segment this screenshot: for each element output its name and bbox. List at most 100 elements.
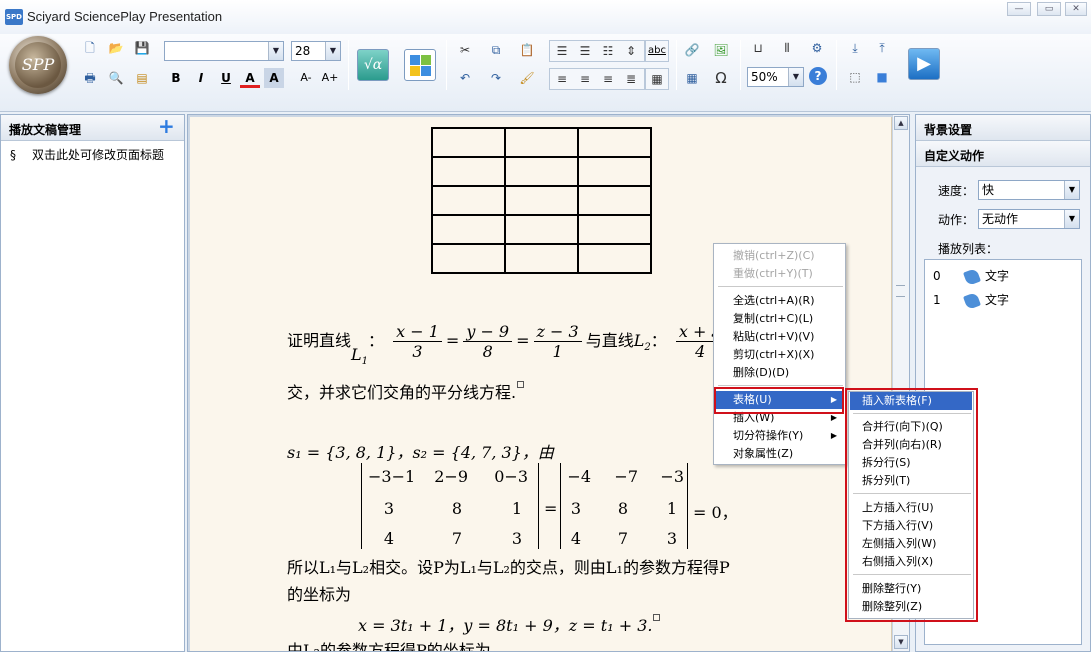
scroll-grip[interactable] — [896, 285, 905, 297]
table-cell[interactable] — [431, 156, 506, 187]
indent-increase-icon[interactable]: ☰ — [575, 41, 595, 61]
scroll-down-icon[interactable]: ▼ — [894, 635, 908, 649]
toolbar-separator — [836, 40, 837, 90]
table-cell[interactable] — [577, 243, 652, 274]
custom-action-header[interactable]: 自定义动作 — [916, 141, 1090, 167]
bullet-list-icon[interactable]: ☷ — [598, 41, 618, 61]
undo-icon[interactable]: ↶ — [455, 68, 475, 88]
minimize-button[interactable]: — — [1007, 2, 1031, 16]
menu-item-paste[interactable]: 粘贴(ctrl+V)(V) — [715, 328, 844, 346]
select-area-icon[interactable]: ⬚ — [845, 67, 865, 87]
table-cell[interactable] — [504, 185, 579, 216]
ruler-icon[interactable]: ⊔ — [748, 38, 768, 58]
zoom-select[interactable]: 50% ▼ — [747, 67, 804, 87]
table-cell[interactable] — [431, 185, 506, 216]
table-cell[interactable] — [577, 156, 652, 187]
italic-button[interactable]: I — [191, 68, 211, 88]
layout-icon-part — [421, 55, 431, 65]
redo-icon[interactable]: ↷ — [486, 68, 506, 88]
table-cell[interactable] — [504, 156, 579, 187]
add-page-icon[interactable]: + — [158, 116, 175, 136]
maximize-button[interactable]: ▭ — [1037, 2, 1061, 16]
app-logo[interactable]: SPP — [9, 36, 67, 94]
denominator: 3 — [412, 342, 423, 361]
indent-decrease-icon[interactable]: ☰ — [552, 41, 572, 61]
table-cell[interactable] — [577, 214, 652, 245]
table-cell[interactable] — [431, 214, 506, 245]
action-select[interactable]: 无动作 ▼ — [978, 209, 1080, 229]
columns-icon[interactable]: ⫴ — [777, 38, 797, 58]
spell-check-button[interactable]: abc — [647, 41, 667, 61]
underline-button[interactable]: U — [216, 68, 236, 88]
layout-button[interactable] — [404, 49, 436, 81]
close-button[interactable]: ✕ — [1065, 2, 1087, 16]
print-icon[interactable]: 🖶 — [80, 68, 100, 88]
move-down-icon[interactable]: ⤓ — [845, 38, 865, 58]
shrink-font-button[interactable]: A- — [296, 68, 316, 88]
table-cell[interactable] — [431, 243, 506, 274]
font-size-select[interactable]: 28 ▼ — [291, 41, 341, 61]
table-cell[interactable] — [577, 185, 652, 216]
print-preview-icon[interactable]: 🔍 — [106, 68, 126, 88]
menu-item-delete[interactable]: 删除(D)(D) — [715, 364, 844, 382]
omega-symbol-button[interactable]: Ω — [711, 68, 731, 88]
menu-item-separator-ops[interactable]: 切分符操作(Y) ▶ — [715, 427, 844, 445]
table-cell[interactable] — [504, 243, 579, 274]
background-settings-header[interactable]: 背景设置 — [916, 115, 1090, 141]
menu-item-copy[interactable]: 复制(ctrl+C)(L) — [715, 310, 844, 328]
speed-select[interactable]: 快 ▼ — [978, 180, 1080, 200]
menu-item-undo[interactable]: 撤销(ctrl+Z)(C) — [715, 247, 844, 265]
move-up-icon[interactable]: ⤒ — [872, 38, 892, 58]
table-cell[interactable] — [431, 127, 506, 158]
list-item[interactable]: 1 文字 — [933, 291, 1009, 310]
align-justify-icon[interactable]: ≣ — [621, 69, 641, 89]
menu-item-object-properties[interactable]: 对象属性(Z) — [715, 445, 844, 463]
table-cell[interactable] — [504, 214, 579, 245]
page-title-label: 双击此处可修改页面标题 — [32, 148, 165, 162]
line-spacing-icon[interactable]: ⇕ — [621, 41, 641, 61]
table-cell[interactable] — [577, 127, 652, 158]
list-item[interactable]: 0 文字 — [933, 267, 1009, 286]
table-cell[interactable] — [504, 127, 579, 158]
font-color-button[interactable]: A — [240, 68, 260, 88]
align-left-icon[interactable]: ≡ — [552, 69, 572, 89]
gear-icon[interactable]: ⚙ — [807, 38, 827, 58]
menu-item-select-all[interactable]: 全选(ctrl+A)(R) — [715, 292, 844, 310]
paragraph-group-top: ☰ ☰ ☷ ⇕ — [549, 40, 645, 62]
menu-item-cut[interactable]: 剪切(ctrl+X)(X) — [715, 346, 844, 364]
title-bar: SPD Sciyard SciencePlay Presentation — ▭… — [0, 0, 1091, 34]
copy-icon[interactable]: ⧉ — [486, 40, 506, 60]
notes-icon[interactable]: ▤ — [132, 68, 152, 88]
open-folder-icon[interactable]: 📂 — [106, 38, 126, 58]
format-painter-icon[interactable]: 🖌 — [517, 68, 537, 88]
play-icon: ▶ — [917, 53, 931, 74]
numerator: y − 9 — [463, 322, 513, 342]
formula-button[interactable]: √α — [357, 49, 389, 81]
border-icon[interactable]: ▦ — [647, 69, 667, 89]
context-menu: 撤销(ctrl+Z)(C) 重做(ctrl+Y)(T) 全选(ctrl+A)(R… — [713, 243, 846, 465]
det-cell: 3 — [666, 529, 677, 548]
page-list-item[interactable]: § 双击此处可修改页面标题 — [1, 141, 184, 163]
save-icon[interactable]: 💾 — [132, 38, 152, 58]
insert-image-icon[interactable]: 🖼 — [711, 40, 731, 60]
fill-icon[interactable]: ■ — [872, 67, 892, 87]
align-right-icon[interactable]: ≡ — [598, 69, 618, 89]
align-center-icon[interactable]: ≡ — [575, 69, 595, 89]
new-file-icon[interactable]: 🗋 — [80, 38, 100, 58]
play-button[interactable]: ▶ — [908, 48, 940, 80]
menu-item-redo[interactable]: 重做(ctrl+Y)(T) — [715, 265, 844, 283]
insert-table-icon[interactable]: ▦ — [682, 68, 702, 88]
font-name-select[interactable]: ▼ — [164, 41, 284, 61]
paste-icon[interactable]: 📋 — [517, 40, 537, 60]
link-icon[interactable]: 🔗 — [682, 40, 702, 60]
subscript: 1 — [361, 356, 369, 368]
bold-button[interactable]: B — [166, 68, 186, 88]
grow-font-button[interactable]: A+ — [320, 68, 340, 88]
text-mid: 与直线 — [585, 331, 634, 350]
chevron-down-icon: ▼ — [325, 42, 340, 60]
highlight-button[interactable]: A — [264, 68, 284, 88]
document-table[interactable] — [431, 127, 652, 274]
help-button[interactable]: ? — [809, 67, 827, 85]
scroll-up-icon[interactable]: ▲ — [894, 116, 908, 130]
cut-icon[interactable]: ✂ — [455, 40, 475, 60]
